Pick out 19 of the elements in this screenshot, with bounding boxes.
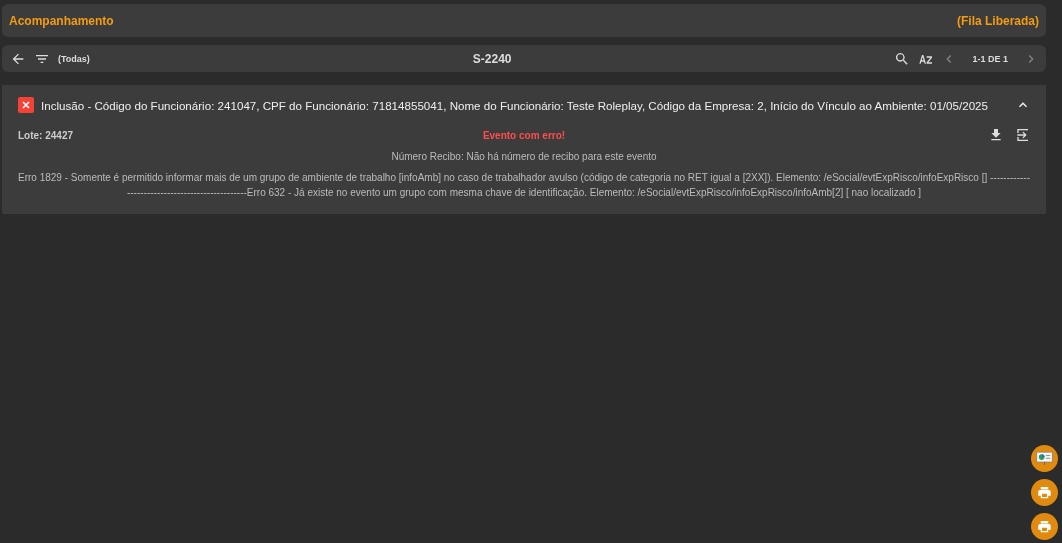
print-button[interactable] [1031, 513, 1058, 540]
page-title: Acompanhamento [9, 13, 114, 28]
queue-status: (Fila Liberada) [957, 13, 1039, 28]
presentation-button[interactable] [1031, 445, 1058, 472]
event-status: Evento com erro! [481, 129, 567, 141]
exit-icon[interactable] [1014, 127, 1030, 143]
lote-label: Lote: 24427 [18, 129, 75, 141]
printer-icon [1037, 519, 1052, 534]
error-message: Erro 1829 - Somente é permitido informar mais de um grupo de ambiente de trabalho [infoAmb] no caso de trabalhador avulso (código de categoria no RET igual a [2XX]). Elemento: /eSocial/evtExpRisco/infoExpRisco [] ------------------------------------------------Erro 632 - Já existe no evento um grupo com mesma chave de identificação. Elemento: /eSocial/evtExpRisco/infoExpRisco/infoAmb[2] [ nao localizado ] [18, 171, 1030, 200]
download-icon[interactable] [988, 127, 1004, 143]
receipt-text: Número Recibo: Não há número de recibo para este evento [390, 150, 658, 164]
search-icon[interactable] [894, 50, 911, 67]
presentation-chart-icon [1036, 451, 1053, 466]
pagination-label: 1-1 DE 1 [972, 53, 1008, 64]
printer-icon [1037, 485, 1052, 500]
toolbar-title: S-2240 [471, 51, 513, 66]
print-button[interactable] [1031, 479, 1058, 506]
event-title: Inclusão - Código do Funcionário: 241047, CPF do Funcionário: 71814855041, Nome do Funcionário: Teste Roleplay, Código da Empresa: 2, Início do Vínculo ao Ambiente: 01/05/2025 [41, 98, 989, 112]
filter-label[interactable]: (Todas) [58, 53, 90, 64]
